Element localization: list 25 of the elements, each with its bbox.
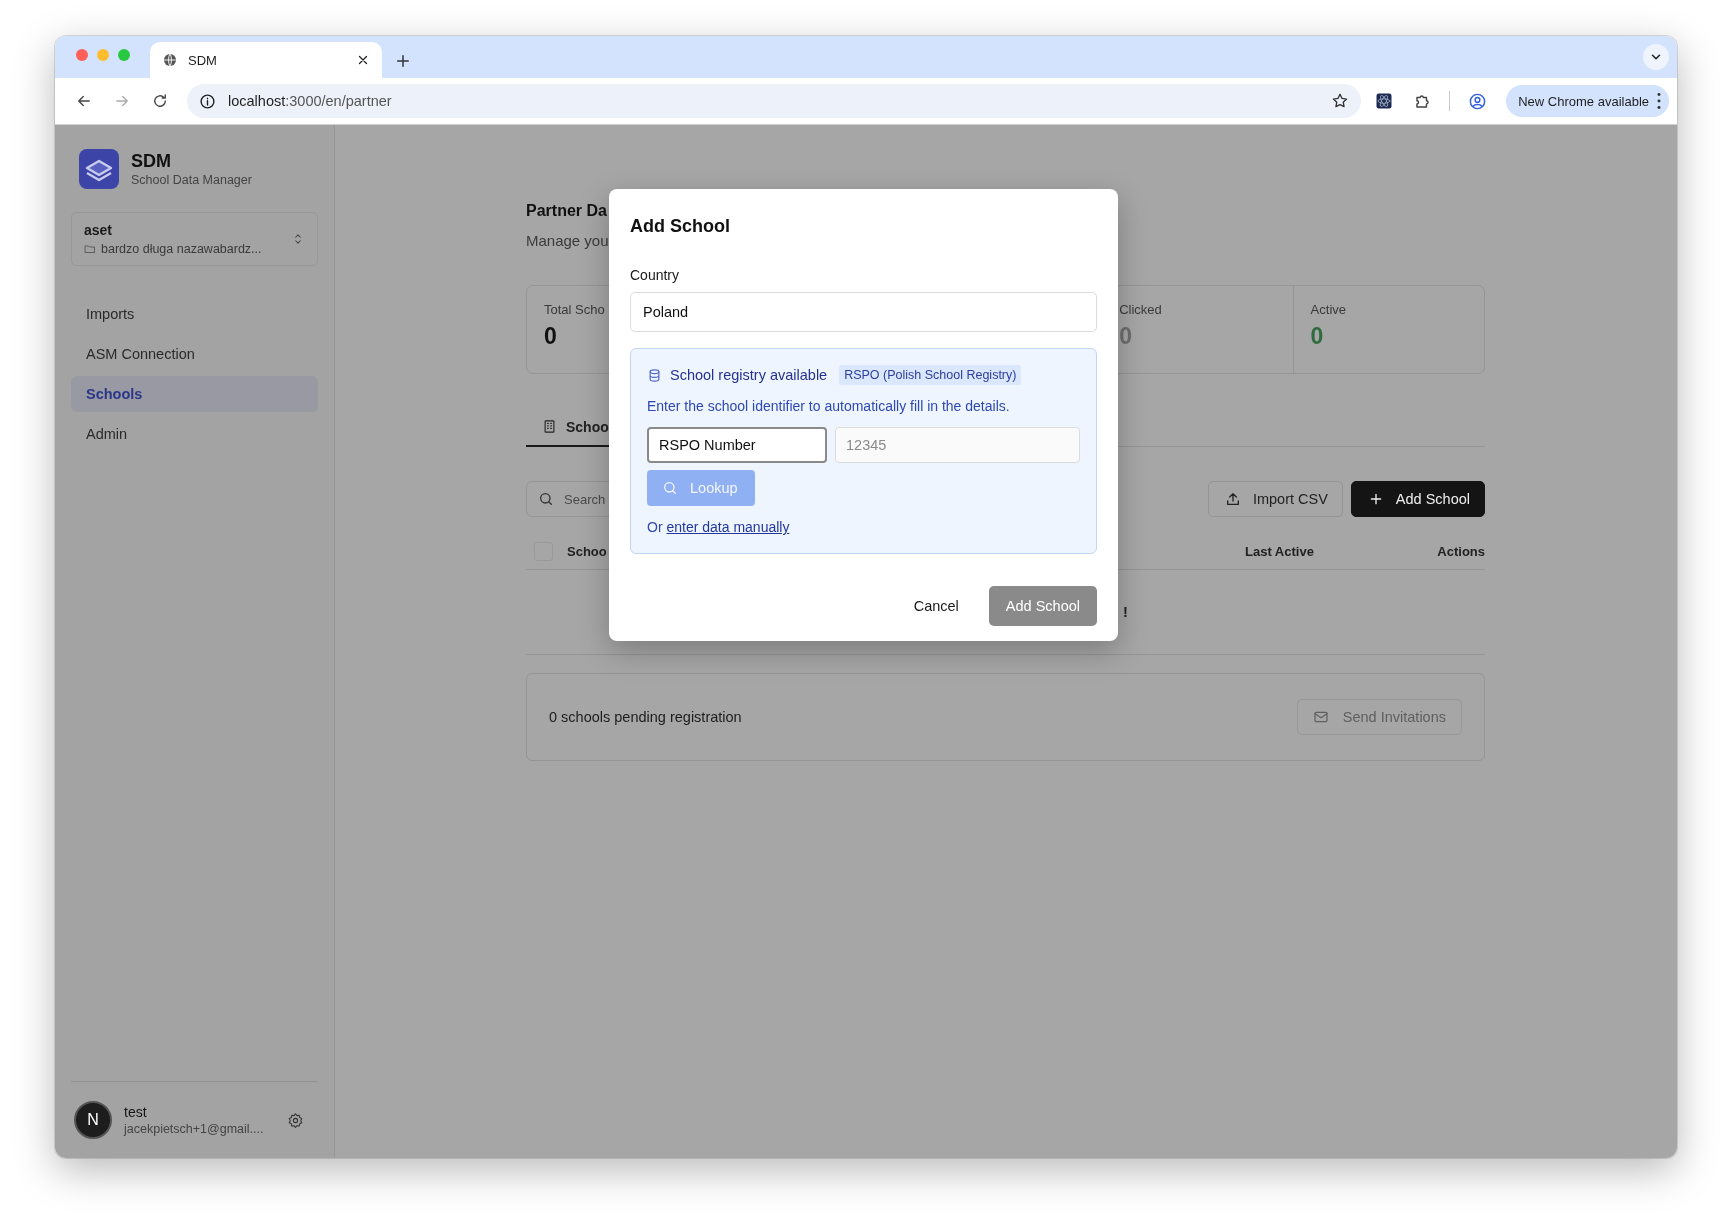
field-label: Country <box>630 267 681 283</box>
stat-label: Total Scho <box>544 302 605 317</box>
stat-label: Clicked <box>1119 302 1162 317</box>
column-header: Schoo <box>567 543 608 559</box>
registry-badge: RSPO (Polish School Registry) <box>839 365 1022 385</box>
url-text: localhost:3000/en/partner <box>228 93 393 109</box>
user-email: jacekpietsch+1@gmail.... <box>124 1122 265 1136</box>
stat-value: 0 <box>544 323 557 350</box>
manual-entry-text: Or enter data manually <box>647 519 791 535</box>
user-avatar: N <box>74 1101 112 1139</box>
pending-text: 0 schools pending registration <box>549 709 743 725</box>
app-name: SDM <box>131 151 172 172</box>
app-subtitle: School Data Manager <box>131 173 252 187</box>
column-header: Last Active <box>1245 543 1315 559</box>
page-subtitle: Manage you <box>526 232 610 249</box>
tab-title: SDM <box>188 52 218 68</box>
empty-message: ! <box>1123 604 1128 620</box>
registry-description: Enter the school identifier to automatically fill in the details. <box>647 398 1011 414</box>
user-name: test <box>124 1104 148 1120</box>
page-title: Partner Da <box>526 202 608 220</box>
stat-value: 0 <box>1310 323 1324 350</box>
dialog-title: Add School <box>630 216 731 237</box>
registry-title: School registry available <box>670 367 828 383</box>
column-header: Actions <box>1436 543 1485 559</box>
stat-label: Active <box>1310 302 1346 317</box>
